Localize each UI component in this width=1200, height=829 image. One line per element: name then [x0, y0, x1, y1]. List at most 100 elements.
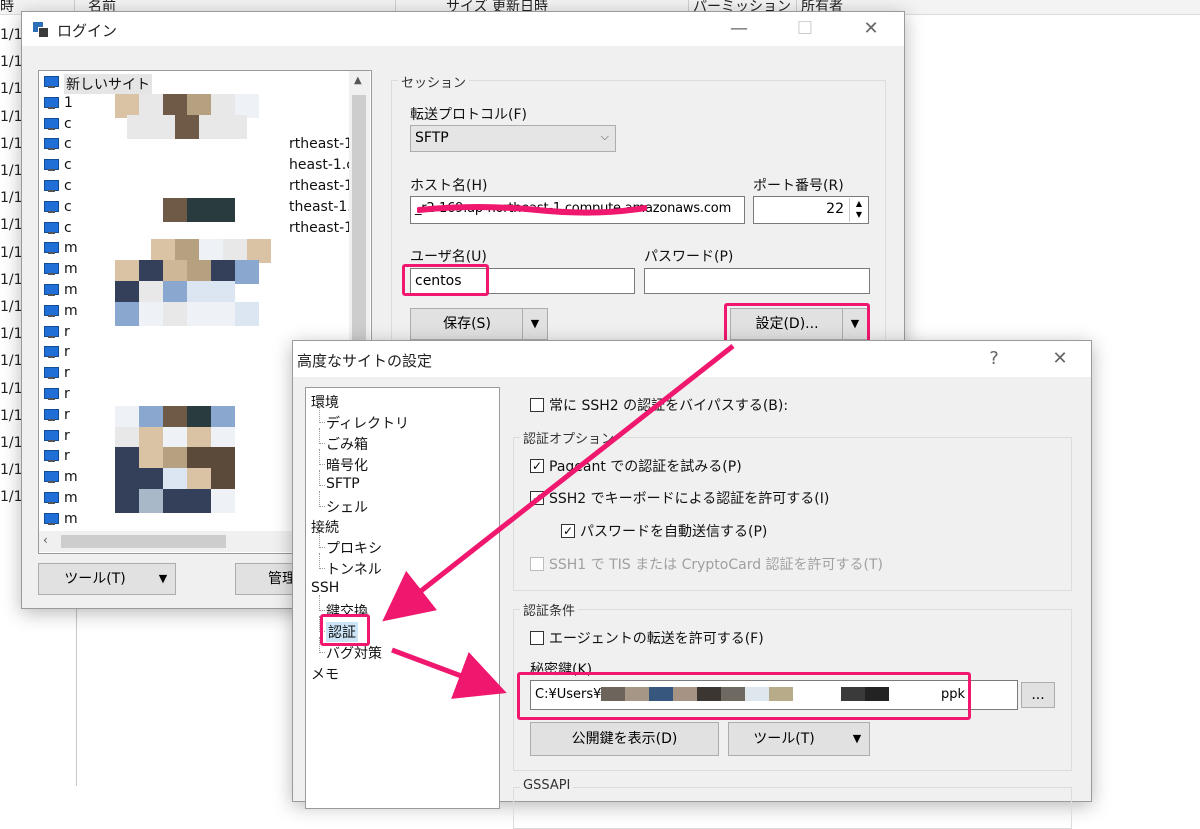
computer-icon: [43, 138, 59, 151]
computer-icon: [43, 76, 59, 89]
computer-icon: [43, 200, 59, 214]
maximize-button[interactable]: ☐: [788, 16, 822, 42]
nav-item[interactable]: SFTP: [326, 476, 360, 492]
computer-icon: [43, 408, 59, 422]
computer-icon: [43, 263, 59, 276]
nav-item[interactable]: シェル: [326, 497, 368, 517]
local-file-date: 1/1: [0, 380, 23, 397]
close-button[interactable]: ✕: [1043, 346, 1077, 372]
local-file-date: 1/1: [0, 217, 23, 234]
nav-item[interactable]: 暗号化: [326, 455, 368, 475]
nav-item[interactable]: 環境: [311, 392, 339, 412]
show-public-key-button[interactable]: 公開鍵を表示(D): [530, 722, 719, 756]
redaction-block: [223, 114, 247, 139]
computer-icon: [43, 471, 59, 484]
local-file-date: 1/1: [0, 462, 23, 479]
redaction-block: [211, 301, 235, 326]
scroll-left-arrow-icon[interactable]: ‹: [43, 533, 48, 547]
user-label: ユーザ名(U): [410, 249, 487, 265]
keyboard-interactive-checkbox[interactable]: ✓: [530, 491, 544, 505]
key-tools-button[interactable]: ツール(T) ▼: [728, 722, 870, 756]
save-dropdown-arrow-icon[interactable]: ▼: [522, 309, 547, 339]
local-file-date: 1/1: [0, 271, 23, 288]
redaction-block: [115, 489, 139, 513]
computer-icon: [43, 221, 59, 235]
pageant-checkbox[interactable]: ✓: [530, 459, 544, 473]
category-tree[interactable]: 環境 ディレクトリ ごみ箱 暗号化 SFTP シェル 接続 プロキシ トンネル SSH 鍵交換 認証バ…: [305, 387, 500, 809]
local-file-date: 1/1: [0, 244, 23, 261]
site-item-label: m: [64, 510, 78, 527]
tools-button[interactable]: ツール(T) ▼: [38, 563, 176, 595]
bypass-auth-checkbox[interactable]: [530, 398, 544, 412]
redaction-block: [163, 197, 187, 222]
computer-icon: [43, 450, 59, 463]
site-item-host: theast-1.: [289, 198, 352, 215]
local-file-date: 1/1: [0, 190, 23, 207]
site-item-label: m: [64, 261, 78, 278]
local-file-date: 1/1: [0, 163, 23, 179]
spin-down-icon[interactable]: ▼: [850, 209, 868, 220]
redaction-block: [139, 301, 163, 326]
nav-item[interactable]: ごみ箱: [326, 434, 368, 454]
site-item-host: rtheast-1: [289, 136, 354, 153]
computer-icon: [43, 159, 59, 172]
nav-item[interactable]: SSH: [311, 580, 339, 596]
computer-icon: [43, 346, 59, 359]
site-item-label: 新しいサイト: [64, 74, 152, 94]
auth-options-title: 認証オプション: [520, 428, 618, 447]
redaction-block: [139, 489, 163, 513]
minimize-button[interactable]: —: [722, 16, 756, 42]
computer-icon: [43, 388, 59, 401]
computer-icon: [43, 284, 59, 297]
session-group-title: セッション: [398, 72, 470, 91]
column-header-time[interactable]: 時: [0, 0, 14, 14]
site-item-label: c: [64, 136, 72, 153]
host-label: ホスト名(H): [410, 178, 488, 194]
local-file-date: 1/1: [0, 326, 23, 343]
site-item-label: r: [64, 386, 70, 402]
local-file-date: 1/1: [0, 353, 23, 370]
site-item-label: r: [64, 427, 70, 444]
site-item-label: m: [64, 490, 78, 506]
close-button[interactable]: ✕: [854, 16, 888, 42]
computer-icon: [43, 117, 59, 131]
computer-icon: [43, 367, 59, 380]
save-button[interactable]: 保存(S) ▼: [410, 308, 548, 340]
browse-key-button[interactable]: ...: [1021, 682, 1055, 708]
computer-icon: [43, 180, 59, 193]
help-button[interactable]: ?: [977, 346, 1011, 372]
nav-item[interactable]: メモ: [311, 664, 339, 684]
port-spinner[interactable]: ▲ ▼: [849, 198, 868, 222]
auto-password-checkbox[interactable]: ✓: [561, 524, 575, 538]
ssh1-tis-checkbox[interactable]: [530, 557, 544, 571]
site-item[interactable]: 新しいサイト: [39, 73, 349, 94]
redaction-block: [127, 114, 151, 139]
site-item[interactable]: c rtheast-1: [39, 177, 353, 197]
app-icon: [33, 22, 49, 38]
scroll-up-arrow-icon[interactable]: ▲: [354, 75, 362, 86]
local-file-date: 1/1: [0, 489, 23, 506]
site-item-host: rtheast-1: [289, 178, 354, 194]
tools-dropdown-arrow-icon[interactable]: ▼: [151, 564, 175, 594]
site-item-host: rtheast-1: [289, 219, 354, 236]
nav-item[interactable]: ディレクトリ: [326, 413, 409, 433]
redaction-block: [211, 489, 235, 513]
password-input[interactable]: [644, 268, 870, 294]
spin-up-icon[interactable]: ▲: [850, 198, 868, 209]
nav-item[interactable]: トンネル: [326, 559, 382, 579]
agent-forward-checkbox[interactable]: [530, 631, 544, 645]
advanced-titlebar[interactable]: 高度なサイトの設定 ? ✕: [293, 341, 1091, 377]
redaction-block: [163, 301, 187, 326]
nav-item[interactable]: プロキシ: [326, 538, 382, 558]
site-item-label: c: [64, 198, 72, 215]
site-item[interactable]: c heast-1.c: [39, 156, 354, 176]
site-item-label: r: [64, 406, 70, 423]
key-tools-dropdown-arrow-icon[interactable]: ▼: [845, 723, 869, 755]
computer-icon: [43, 512, 59, 526]
site-item-label: r: [64, 365, 70, 382]
nav-item[interactable]: 接続: [311, 517, 339, 537]
login-titlebar[interactable]: ログイン — ☐ ✕: [22, 12, 904, 46]
protocol-select[interactable]: SFTP ⌵: [410, 125, 616, 152]
site-item-label: 1: [64, 94, 73, 111]
site-item-label: c: [64, 157, 72, 174]
